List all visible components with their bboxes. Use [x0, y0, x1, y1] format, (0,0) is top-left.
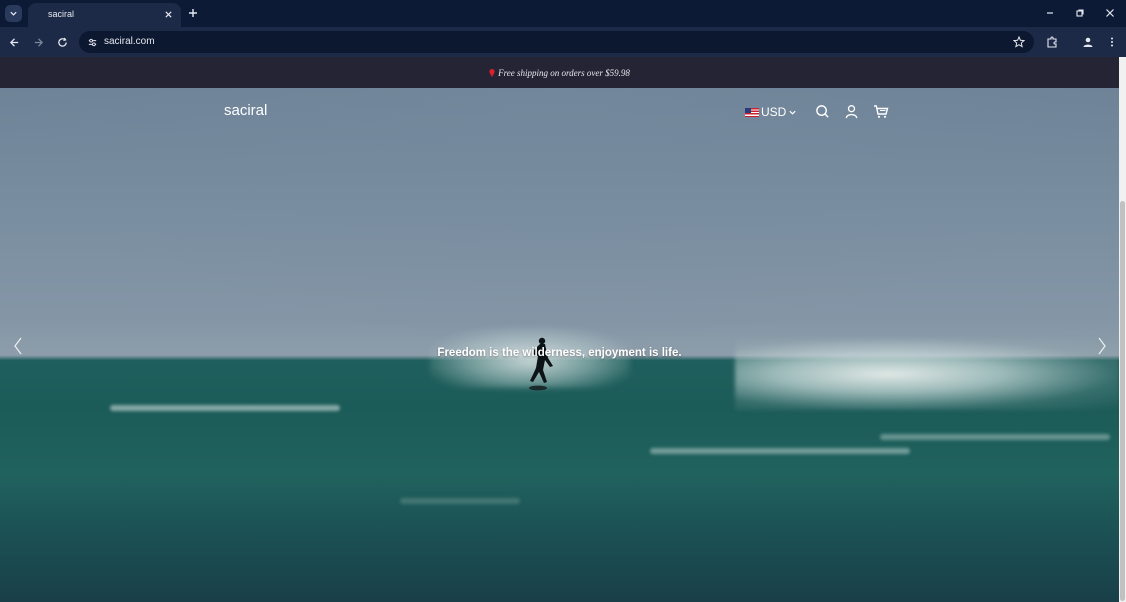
profile-button[interactable]: [1080, 34, 1096, 50]
currency-selector[interactable]: USD: [745, 105, 797, 119]
address-bar[interactable]: saciral.com: [79, 31, 1034, 53]
tab-close-button[interactable]: [162, 8, 174, 20]
restore-icon: [1076, 9, 1084, 17]
site-logo[interactable]: saciral: [224, 102, 267, 119]
user-icon: [845, 104, 857, 118]
reload-button[interactable]: [54, 34, 70, 50]
chevron-down-icon: [789, 110, 796, 115]
site-info-button[interactable]: [85, 35, 99, 49]
browser-tab-strip: saciral: [0, 0, 1126, 27]
back-button[interactable]: [6, 34, 22, 50]
wave-streak: [880, 434, 1110, 440]
restore-button[interactable]: [1073, 6, 1087, 20]
tab-search-button[interactable]: [5, 5, 22, 22]
close-icon: [1106, 9, 1114, 17]
new-tab-button[interactable]: [186, 6, 200, 20]
slide-previous-button[interactable]: [11, 335, 25, 357]
bookmark-button[interactable]: [1012, 35, 1026, 49]
plus-icon: [189, 9, 197, 17]
hero-caption: Freedom is the wilderness, enjoyment is …: [437, 347, 682, 359]
browser-menu-button[interactable]: [1104, 34, 1120, 50]
surfer-silhouette: [529, 337, 553, 391]
wave-streak: [110, 405, 340, 411]
url-text: saciral.com: [104, 36, 155, 47]
extensions-button[interactable]: [1044, 34, 1060, 50]
forward-button[interactable]: [30, 34, 46, 50]
arrow-right-icon: [34, 37, 43, 47]
reload-icon: [57, 37, 67, 47]
currency-label: USD: [761, 105, 787, 119]
browser-toolbar: saciral.com: [0, 27, 1126, 57]
puzzle-icon: [1047, 36, 1057, 48]
search-icon: [815, 104, 829, 118]
wave-streak: [400, 498, 520, 504]
wave-streak: [650, 448, 910, 454]
page-scrollbar[interactable]: [1119, 57, 1126, 602]
account-button[interactable]: [842, 102, 860, 120]
minimize-icon: [1047, 12, 1053, 14]
more-vertical-icon: [1111, 37, 1113, 47]
chevron-right-icon: [1098, 337, 1106, 355]
browser-tab-active[interactable]: saciral: [28, 3, 181, 27]
tab-title: saciral: [48, 9, 75, 19]
star-icon: [1013, 36, 1025, 48]
announcement-bar: Free shipping on orders over $59.98: [0, 57, 1119, 88]
person-icon: [1083, 37, 1093, 47]
chevron-down-icon: [10, 11, 17, 16]
scrollbar-thumb[interactable]: [1120, 201, 1125, 601]
close-icon: [164, 10, 172, 18]
web-page: Free shipping on orders over $59.98 saci…: [0, 57, 1126, 602]
arrow-left-icon: [9, 37, 18, 47]
slide-next-button[interactable]: [1095, 335, 1109, 357]
announcement-text: Free shipping on orders over $59.98: [498, 67, 630, 78]
chevron-left-icon: [14, 337, 22, 355]
minimize-button[interactable]: [1043, 6, 1057, 20]
cart-button[interactable]: [872, 102, 890, 120]
location-pin-icon: [489, 68, 495, 77]
hero-slideshow: saciral USD Freedom is the wilderness, e…: [0, 88, 1119, 602]
us-flag-icon: [745, 107, 759, 117]
search-button[interactable]: [813, 102, 831, 120]
close-window-button[interactable]: [1103, 6, 1117, 20]
hero-sky: [0, 88, 1119, 354]
cart-icon: [874, 104, 889, 118]
tune-icon: [88, 38, 96, 46]
